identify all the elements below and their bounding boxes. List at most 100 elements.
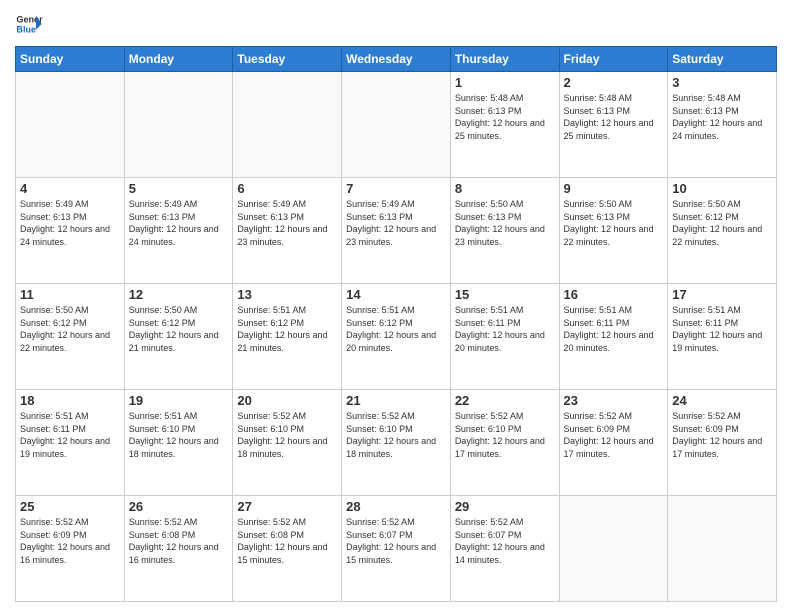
calendar-cell: 18 Sunrise: 5:51 AM Sunset: 6:11 PM Dayli… bbox=[16, 390, 125, 496]
calendar-cell bbox=[124, 72, 233, 178]
day-info: Sunrise: 5:52 AM Sunset: 6:10 PM Dayligh… bbox=[455, 410, 555, 460]
calendar-cell: 7 Sunrise: 5:49 AM Sunset: 6:13 PM Daylig… bbox=[342, 178, 451, 284]
day-header-thursday: Thursday bbox=[450, 47, 559, 72]
calendar-cell: 3 Sunrise: 5:48 AM Sunset: 6:13 PM Daylig… bbox=[668, 72, 777, 178]
calendar-cell: 12 Sunrise: 5:50 AM Sunset: 6:12 PM Dayli… bbox=[124, 284, 233, 390]
logo-icon: General Blue bbox=[15, 10, 43, 38]
day-number: 3 bbox=[672, 75, 772, 90]
calendar-cell: 27Sunrise: 5:52 AM Sunset: 6:08 PM Dayli… bbox=[233, 496, 342, 602]
day-header-saturday: Saturday bbox=[668, 47, 777, 72]
day-number: 16 bbox=[564, 287, 664, 302]
day-info: Sunrise: 5:50 AM Sunset: 6:13 PM Dayligh… bbox=[564, 198, 664, 248]
page: General Blue SundayMondayTuesdayWednesda… bbox=[0, 0, 792, 612]
calendar-cell: 22 Sunrise: 5:52 AM Sunset: 6:10 PM Dayli… bbox=[450, 390, 559, 496]
calendar-cell: 16 Sunrise: 5:51 AM Sunset: 6:11 PM Dayli… bbox=[559, 284, 668, 390]
calendar-cell: 25 Sunrise: 5:52 AM Sunset: 6:09 PM Dayli… bbox=[16, 496, 125, 602]
day-number: 9 bbox=[564, 181, 664, 196]
calendar-cell: 29 Sunrise: 5:52 AM Sunset: 6:07 PM Dayli… bbox=[450, 496, 559, 602]
calendar-cell: 1 Sunrise: 5:48 AM Sunset: 6:13 PM Daylig… bbox=[450, 72, 559, 178]
day-info: Sunrise: 5:52 AM Sunset: 6:09 PM Dayligh… bbox=[564, 410, 664, 460]
day-number: 25 bbox=[20, 499, 120, 514]
day-number: 21 bbox=[346, 393, 446, 408]
day-info: Sunrise: 5:48 AM Sunset: 6:13 PM Dayligh… bbox=[672, 92, 772, 142]
day-number: 27 bbox=[237, 499, 337, 514]
calendar-cell: 4 Sunrise: 5:49 AM Sunset: 6:13 PM Daylig… bbox=[16, 178, 125, 284]
calendar-cell: 26Sunrise: 5:52 AM Sunset: 6:08 PM Dayli… bbox=[124, 496, 233, 602]
day-info: Sunrise: 5:50 AM Sunset: 6:12 PM Dayligh… bbox=[129, 304, 229, 354]
day-info: Sunrise: 5:50 AM Sunset: 6:13 PM Dayligh… bbox=[455, 198, 555, 248]
day-number: 23 bbox=[564, 393, 664, 408]
calendar-cell: 6Sunrise: 5:49 AM Sunset: 6:13 PM Daylig… bbox=[233, 178, 342, 284]
day-info: Sunrise: 5:51 AM Sunset: 6:11 PM Dayligh… bbox=[564, 304, 664, 354]
day-header-tuesday: Tuesday bbox=[233, 47, 342, 72]
day-info: Sunrise: 5:52 AM Sunset: 6:09 PM Dayligh… bbox=[20, 516, 120, 566]
calendar-cell bbox=[233, 72, 342, 178]
day-info: Sunrise: 5:49 AM Sunset: 6:13 PM Dayligh… bbox=[129, 198, 229, 248]
day-number: 12 bbox=[129, 287, 229, 302]
calendar-cell: 15 Sunrise: 5:51 AM Sunset: 6:11 PM Dayli… bbox=[450, 284, 559, 390]
calendar-cell: 14 Sunrise: 5:51 AM Sunset: 6:12 PM Dayli… bbox=[342, 284, 451, 390]
calendar-cell bbox=[668, 496, 777, 602]
day-number: 18 bbox=[20, 393, 120, 408]
calendar-cell bbox=[559, 496, 668, 602]
calendar-table: SundayMondayTuesdayWednesdayThursdayFrid… bbox=[15, 46, 777, 602]
calendar-cell: 8 Sunrise: 5:50 AM Sunset: 6:13 PM Daylig… bbox=[450, 178, 559, 284]
day-number: 28 bbox=[346, 499, 446, 514]
calendar-cell: 20Sunrise: 5:52 AM Sunset: 6:10 PM Dayli… bbox=[233, 390, 342, 496]
day-info: Sunrise: 5:51 AM Sunset: 6:11 PM Dayligh… bbox=[672, 304, 772, 354]
calendar-cell: 2Sunrise: 5:48 AM Sunset: 6:13 PM Daylig… bbox=[559, 72, 668, 178]
day-info: Sunrise: 5:51 AM Sunset: 6:11 PM Dayligh… bbox=[20, 410, 120, 460]
day-header-sunday: Sunday bbox=[16, 47, 125, 72]
day-header-friday: Friday bbox=[559, 47, 668, 72]
calendar-cell: 13Sunrise: 5:51 AM Sunset: 6:12 PM Dayli… bbox=[233, 284, 342, 390]
day-info: Sunrise: 5:52 AM Sunset: 6:10 PM Dayligh… bbox=[346, 410, 446, 460]
calendar-week-5: 25 Sunrise: 5:52 AM Sunset: 6:09 PM Dayli… bbox=[16, 496, 777, 602]
day-header-monday: Monday bbox=[124, 47, 233, 72]
day-number: 4 bbox=[20, 181, 120, 196]
day-number: 7 bbox=[346, 181, 446, 196]
day-info: Sunrise: 5:51 AM Sunset: 6:10 PM Dayligh… bbox=[129, 410, 229, 460]
day-number: 2 bbox=[564, 75, 664, 90]
calendar-cell: 23 Sunrise: 5:52 AM Sunset: 6:09 PM Dayli… bbox=[559, 390, 668, 496]
calendar-cell: 5 Sunrise: 5:49 AM Sunset: 6:13 PM Daylig… bbox=[124, 178, 233, 284]
day-header-wednesday: Wednesday bbox=[342, 47, 451, 72]
calendar-week-2: 4 Sunrise: 5:49 AM Sunset: 6:13 PM Daylig… bbox=[16, 178, 777, 284]
day-info: Sunrise: 5:51 AM Sunset: 6:12 PM Dayligh… bbox=[346, 304, 446, 354]
calendar-cell: 19 Sunrise: 5:51 AM Sunset: 6:10 PM Dayli… bbox=[124, 390, 233, 496]
day-number: 10 bbox=[672, 181, 772, 196]
day-number: 13 bbox=[237, 287, 337, 302]
calendar-cell: 9 Sunrise: 5:50 AM Sunset: 6:13 PM Daylig… bbox=[559, 178, 668, 284]
day-number: 5 bbox=[129, 181, 229, 196]
calendar-cell: 17 Sunrise: 5:51 AM Sunset: 6:11 PM Dayli… bbox=[668, 284, 777, 390]
day-number: 22 bbox=[455, 393, 555, 408]
day-info: Sunrise: 5:50 AM Sunset: 6:12 PM Dayligh… bbox=[672, 198, 772, 248]
day-info: Sunrise: 5:52 AM Sunset: 6:10 PM Dayligh… bbox=[237, 410, 337, 460]
logo: General Blue bbox=[15, 10, 43, 38]
header: General Blue bbox=[15, 10, 777, 38]
calendar-cell: 10 Sunrise: 5:50 AM Sunset: 6:12 PM Dayli… bbox=[668, 178, 777, 284]
day-number: 14 bbox=[346, 287, 446, 302]
day-number: 19 bbox=[129, 393, 229, 408]
day-info: Sunrise: 5:52 AM Sunset: 6:07 PM Dayligh… bbox=[346, 516, 446, 566]
day-number: 15 bbox=[455, 287, 555, 302]
day-number: 17 bbox=[672, 287, 772, 302]
calendar-cell bbox=[16, 72, 125, 178]
day-info: Sunrise: 5:51 AM Sunset: 6:11 PM Dayligh… bbox=[455, 304, 555, 354]
calendar-cell: 24 Sunrise: 5:52 AM Sunset: 6:09 PM Dayli… bbox=[668, 390, 777, 496]
day-info: Sunrise: 5:48 AM Sunset: 6:13 PM Dayligh… bbox=[455, 92, 555, 142]
day-number: 29 bbox=[455, 499, 555, 514]
day-info: Sunrise: 5:49 AM Sunset: 6:13 PM Dayligh… bbox=[346, 198, 446, 248]
day-info: Sunrise: 5:49 AM Sunset: 6:13 PM Dayligh… bbox=[20, 198, 120, 248]
day-info: Sunrise: 5:50 AM Sunset: 6:12 PM Dayligh… bbox=[20, 304, 120, 354]
calendar-week-4: 18 Sunrise: 5:51 AM Sunset: 6:11 PM Dayli… bbox=[16, 390, 777, 496]
calendar-cell: 21 Sunrise: 5:52 AM Sunset: 6:10 PM Dayli… bbox=[342, 390, 451, 496]
day-info: Sunrise: 5:52 AM Sunset: 6:09 PM Dayligh… bbox=[672, 410, 772, 460]
day-number: 8 bbox=[455, 181, 555, 196]
calendar-cell bbox=[342, 72, 451, 178]
day-info: Sunrise: 5:52 AM Sunset: 6:07 PM Dayligh… bbox=[455, 516, 555, 566]
day-number: 1 bbox=[455, 75, 555, 90]
day-info: Sunrise: 5:49 AM Sunset: 6:13 PM Dayligh… bbox=[237, 198, 337, 248]
day-number: 24 bbox=[672, 393, 772, 408]
day-info: Sunrise: 5:52 AM Sunset: 6:08 PM Dayligh… bbox=[129, 516, 229, 566]
day-number: 11 bbox=[20, 287, 120, 302]
